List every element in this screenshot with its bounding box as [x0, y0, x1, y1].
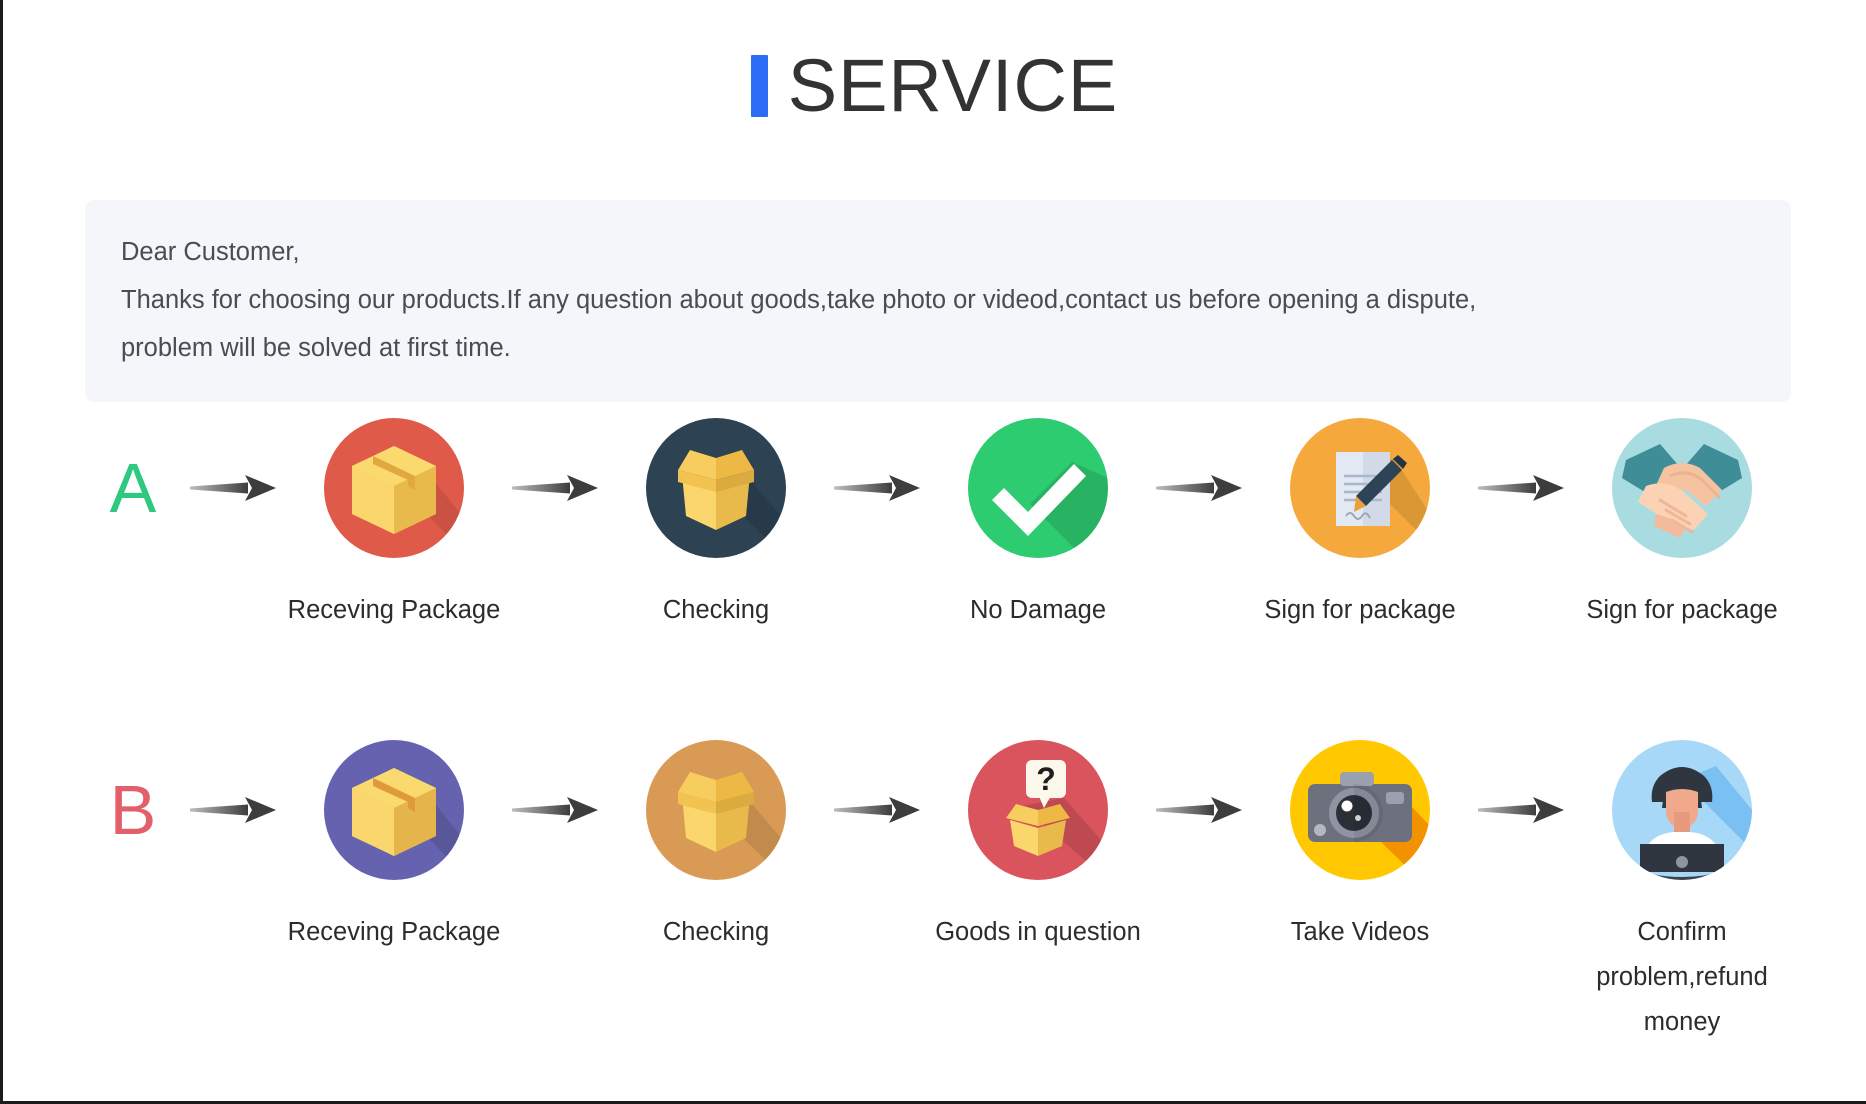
- closed-box-icon: [324, 740, 464, 880]
- customer-notice-box: Dear Customer, Thanks for choosing our p…: [85, 200, 1791, 402]
- flow-step: Sign for package: [1573, 418, 1791, 633]
- support-person-icon: [1612, 740, 1752, 880]
- flow-step: Receving Package: [285, 418, 503, 633]
- flow-step-label: Checking: [662, 918, 770, 946]
- flow-step-label: Goods in question: [935, 918, 1141, 946]
- notice-line-2: Thanks for choosing our products.If any …: [121, 286, 1477, 314]
- flow-step: Checking: [607, 418, 825, 633]
- flow-row-a: A Receving Package Checking No Damage Si…: [85, 418, 1791, 633]
- flow-step-label: Confirm problem,refund money: [1596, 918, 1768, 1036]
- flow-badge-a: A: [109, 449, 157, 527]
- flow-step-label: Receving Package: [287, 596, 501, 624]
- arrow-right-icon: [181, 418, 285, 558]
- arrow-right-icon: [825, 740, 929, 880]
- flow-step: Sign for package: [1251, 418, 1469, 633]
- arrow-right-icon: [181, 740, 285, 880]
- notice-line-1: Dear Customer,: [121, 238, 300, 266]
- flow-step-label: Checking: [662, 596, 770, 624]
- arrow-right-icon: [1469, 418, 1573, 558]
- flow-step: ? Goods in question: [929, 740, 1147, 955]
- arrow-right-icon: [503, 418, 607, 558]
- svg-text:?: ?: [1036, 761, 1056, 797]
- flow-step: Take Videos: [1251, 740, 1469, 955]
- flow-row-b: B Receving Package Checking ? Goods in q…: [85, 740, 1791, 1045]
- page-title: SERVICE: [3, 0, 1866, 172]
- flow-step: Confirm problem,refund money: [1573, 740, 1791, 1045]
- title-accent-bar: [750, 55, 768, 117]
- flow-step-label: Sign for package: [1264, 596, 1456, 624]
- flow-step-label: Take Videos: [1290, 918, 1430, 946]
- checkmark-icon: [968, 418, 1108, 558]
- arrow-right-icon: [1469, 740, 1573, 880]
- flow-step-label: No Damage: [969, 596, 1107, 624]
- camera-icon: [1290, 740, 1430, 880]
- open-box-icon: [646, 418, 786, 558]
- arrow-right-icon: [503, 740, 607, 880]
- handshake-icon: [1612, 418, 1752, 558]
- arrow-right-icon: [1147, 740, 1251, 880]
- question-box-icon: ?: [968, 740, 1108, 880]
- flow-step: No Damage: [929, 418, 1147, 633]
- flow-step: Checking: [607, 740, 825, 955]
- open-box-icon: [646, 740, 786, 880]
- flow-step-label: Receving Package: [287, 918, 501, 946]
- flow-step: Receving Package: [285, 740, 503, 955]
- document-pen-icon: [1290, 418, 1430, 558]
- closed-box-icon: [324, 418, 464, 558]
- arrow-right-icon: [825, 418, 929, 558]
- flow-step-label: Sign for package: [1586, 596, 1778, 624]
- notice-line-3: problem will be solved at first time.: [121, 334, 511, 362]
- arrow-right-icon: [1147, 418, 1251, 558]
- page-title-text: SERVICE: [787, 44, 1119, 127]
- flow-badge-b: B: [109, 771, 157, 849]
